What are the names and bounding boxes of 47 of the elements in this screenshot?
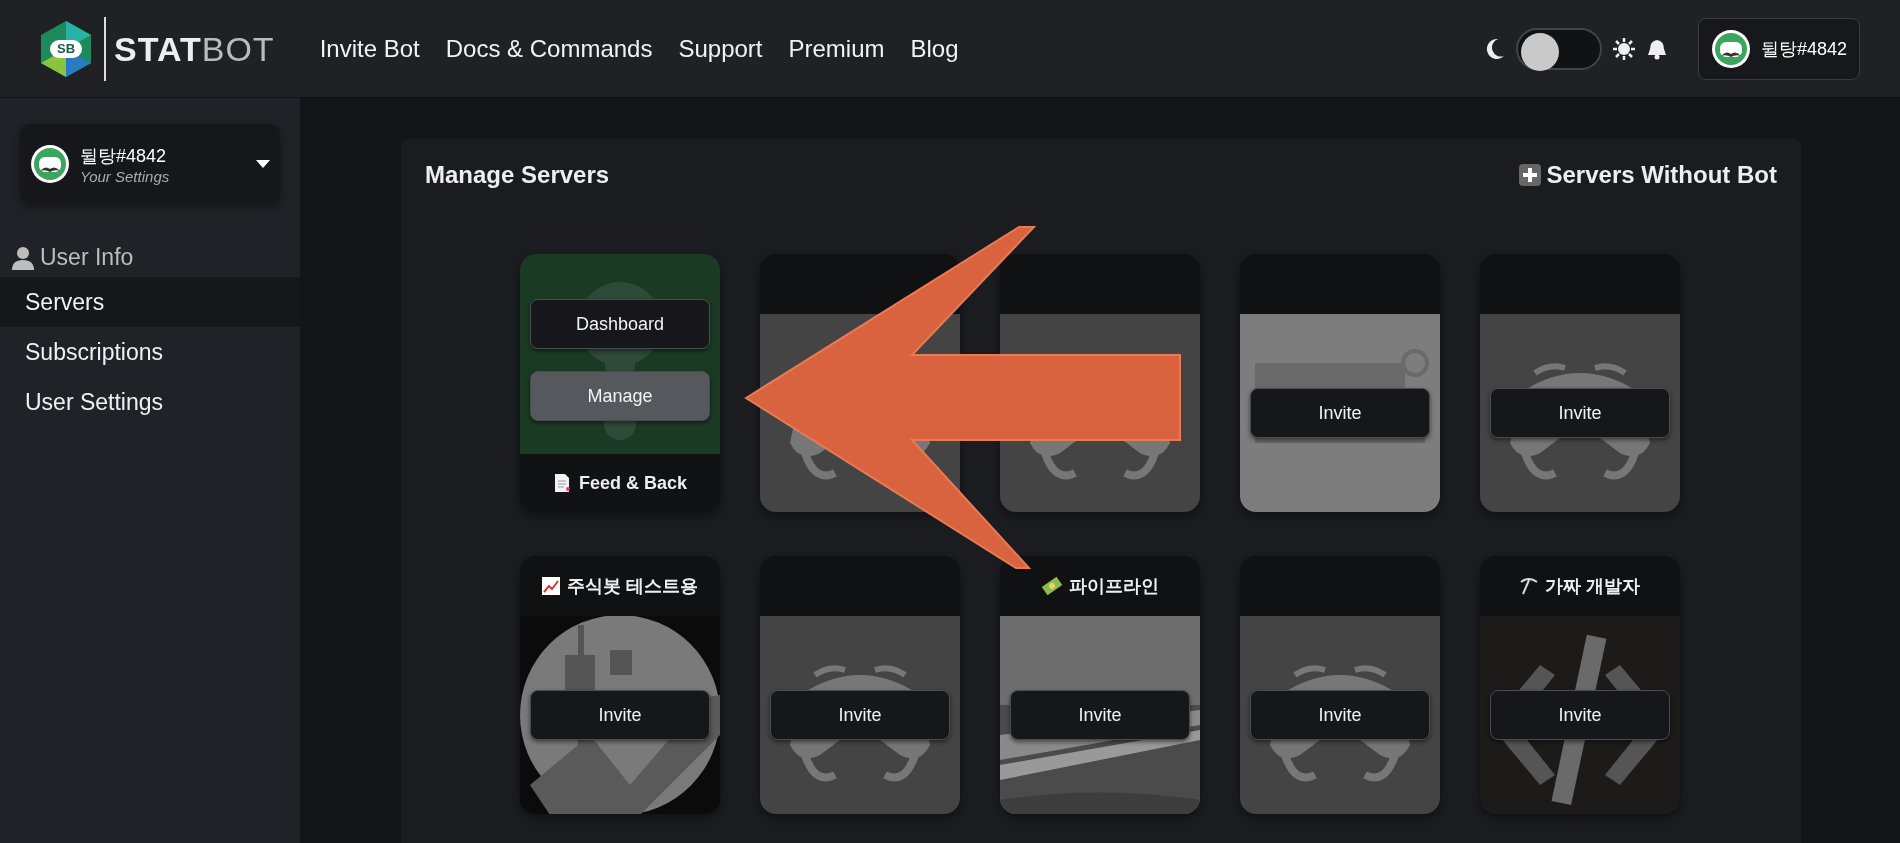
server-name: Feed & Back — [578, 472, 687, 494]
server-card[interactable]: 가짜 개발자 Invite — [1480, 556, 1680, 814]
avatar-icon — [30, 144, 70, 184]
invite-button[interactable]: Invite — [1490, 690, 1670, 740]
nav-link[interactable]: Support — [678, 34, 763, 63]
user-icon — [12, 245, 34, 270]
theme-toggle[interactable] — [1515, 27, 1602, 70]
server-card[interactable]: 주식봇 테스트용 Invite — [520, 556, 720, 814]
plus-icon — [1518, 164, 1541, 186]
server-name: 주식봇 테스트용 — [567, 575, 699, 598]
user-menu-button[interactable]: 뒬탕#4842 — [1697, 17, 1860, 80]
sun-icon — [1611, 36, 1636, 61]
server-card[interactable]: Invite — [1240, 556, 1440, 814]
section-title: User Info — [40, 244, 134, 271]
nav-link[interactable]: Blog — [910, 34, 959, 63]
server-card[interactable]: 파이프라인 Invite — [1000, 556, 1200, 814]
user-name: 뒬탕#4842 — [80, 144, 168, 168]
chart-icon — [541, 576, 562, 596]
profile-subtitle: Your Settings — [80, 167, 171, 185]
invite-button[interactable]: Invite — [1490, 388, 1670, 438]
avatar-icon — [1710, 28, 1751, 69]
invite-button[interactable]: Invite — [1010, 690, 1190, 740]
sidebar-item[interactable]: User Settings — [0, 377, 300, 427]
server-name: 파이프라인 — [1069, 575, 1159, 598]
nav-link[interactable]: Docs & Commands — [445, 34, 653, 63]
invite-button[interactable]: Invite — [530, 690, 710, 740]
server-card[interactable]: Invite — [1480, 254, 1680, 512]
server-name: 가짜 개발자 — [1545, 575, 1641, 598]
panel-title: Manage Servers — [425, 161, 610, 189]
document-icon — [552, 473, 571, 493]
dashboard-button[interactable]: Dashboard — [530, 299, 710, 349]
sidebar-item[interactable]: Subscriptions — [0, 327, 300, 377]
profile-dropdown[interactable]: 뒬탕#4842 Your Settings — [20, 124, 280, 204]
invite-button[interactable]: Invite — [1250, 690, 1430, 740]
invite-button[interactable]: Invite — [770, 690, 950, 740]
manage-button[interactable]: Manage — [530, 371, 710, 421]
logo-text[interactable]: STATBOT — [104, 16, 275, 81]
servers-without-bot-link[interactable]: Servers Without Bot — [1518, 161, 1777, 189]
server-card[interactable]: Invite — [760, 556, 960, 814]
caret-icon — [256, 159, 270, 169]
sidebar-item[interactable]: Servers — [0, 277, 300, 327]
pickaxe-icon — [1519, 576, 1540, 596]
invite-button[interactable]: Invite — [1250, 388, 1430, 438]
nav-link[interactable]: Invite Bot — [319, 34, 420, 63]
nav-link[interactable]: Premium — [788, 34, 885, 63]
server-card[interactable]: Invite — [1240, 254, 1440, 512]
server-card[interactable]: Dashboard Manage Feed & Back — [520, 254, 720, 512]
